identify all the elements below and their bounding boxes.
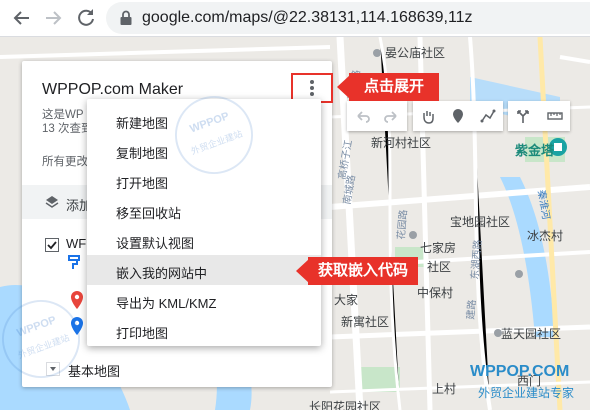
menu-item-new-map[interactable]: 新建地图: [87, 105, 321, 135]
reload-button[interactable]: [73, 5, 99, 31]
undo-button[interactable]: [347, 101, 377, 131]
layer-name[interactable]: WF: [66, 236, 86, 251]
browser-toolbar: google.com/maps/@22.38131,114.168639,11z: [0, 0, 590, 37]
style-icon[interactable]: [67, 254, 83, 270]
description-line: 这是WP: [42, 109, 84, 121]
menu-item-copy-map[interactable]: 复制地图: [87, 135, 321, 165]
undo-redo-group: [347, 101, 407, 131]
menu-item-label: 打印地图: [116, 326, 169, 341]
map-label: 紫金塔: [515, 143, 555, 158]
map-options-menu: 新建地图 复制地图 打开地图 移至回收站 设置默认视图 嵌入我的网站中 导出为 …: [87, 99, 321, 346]
arrow-right-icon: [46, 11, 62, 25]
map-label: 西门: [517, 374, 542, 388]
road-label: 建路: [465, 299, 479, 321]
undo-icon: [357, 111, 370, 123]
chevron-down-icon[interactable]: [46, 362, 60, 376]
more-vert-icon: [310, 80, 314, 96]
menu-item-export-kml[interactable]: 导出为 KML/KMZ: [87, 285, 321, 315]
map-label: 七家房: [420, 241, 457, 255]
menu-item-label: 打开地图: [116, 176, 169, 191]
map-label: 上村: [432, 382, 457, 396]
map-label: 蓝天园社区: [501, 327, 562, 341]
blue-marker-icon[interactable]: [70, 317, 84, 335]
reload-icon: [78, 9, 94, 26]
menu-item-label: 复制地图: [116, 146, 169, 161]
map-label: 大家: [334, 293, 359, 307]
save-status: 所有更改: [42, 156, 88, 168]
address-bar[interactable]: google.com/maps/@22.38131,114.168639,11z: [106, 2, 590, 34]
description-line: 13 次查到: [42, 123, 93, 135]
map-label: 新河村社区: [371, 136, 432, 150]
map-label: 新寓社区: [341, 315, 390, 329]
map-description[interactable]: 这是WP 13 次查到: [42, 108, 93, 136]
callout-expand: 点击展开: [337, 73, 439, 101]
layer-checkbox[interactable]: [45, 238, 59, 252]
back-button[interactable]: [9, 5, 35, 31]
ruler-icon: [547, 112, 563, 120]
menu-item-default-view[interactable]: 设置默认视图: [87, 225, 321, 255]
lock-icon: [120, 10, 132, 25]
draw-line-button[interactable]: [473, 101, 503, 131]
tool-group: [413, 101, 503, 131]
menu-item-trash[interactable]: 移至回收站: [87, 195, 321, 225]
menu-item-embed[interactable]: 嵌入我的网站中: [87, 255, 321, 285]
directions-icon: [517, 110, 529, 123]
marker-icon: [453, 109, 463, 123]
layers-icon: [45, 196, 59, 208]
route-measure-group: [508, 101, 570, 131]
menu-item-label: 新建地图: [116, 116, 169, 131]
hand-icon: [423, 111, 434, 124]
road-label: 花园路: [396, 209, 410, 241]
red-marker-icon[interactable]: [70, 291, 84, 309]
add-marker-button[interactable]: [443, 101, 473, 131]
map-label: 长阳花园社区: [309, 400, 382, 410]
map-label: 社区: [427, 260, 452, 274]
draw-line-icon: [480, 109, 496, 123]
menu-item-open-map[interactable]: 打开地图: [87, 165, 321, 195]
menu-item-label: 导出为 KML/KMZ: [116, 296, 217, 311]
menu-item-label: 嵌入我的网站中: [116, 266, 208, 281]
arrow-left-icon: [13, 11, 29, 25]
redo-button[interactable]: [377, 101, 407, 131]
menu-item-label: 设置默认视图: [116, 236, 195, 251]
menu-item-print[interactable]: 打印地图: [87, 315, 321, 345]
base-map-toggle[interactable]: 基本地图: [68, 361, 120, 380]
map-label: 冰杰村: [527, 229, 564, 243]
callout-embed: 获取嵌入代码: [296, 257, 418, 285]
map-label: 晏公庙社区: [385, 46, 446, 60]
pan-button[interactable]: [413, 101, 443, 131]
menu-item-label: 移至回收站: [116, 206, 182, 221]
map-label: 宝地园社区: [450, 215, 511, 229]
map-label: 中保村: [417, 286, 454, 300]
forward-button[interactable]: [40, 5, 66, 31]
map-title[interactable]: WPPOP.com Maker: [42, 81, 183, 99]
directions-button[interactable]: [508, 101, 538, 131]
url-text: google.com/maps/@22.38131,114.168639,11z: [142, 9, 473, 26]
redo-icon: [384, 111, 397, 123]
measure-button[interactable]: [540, 101, 570, 131]
